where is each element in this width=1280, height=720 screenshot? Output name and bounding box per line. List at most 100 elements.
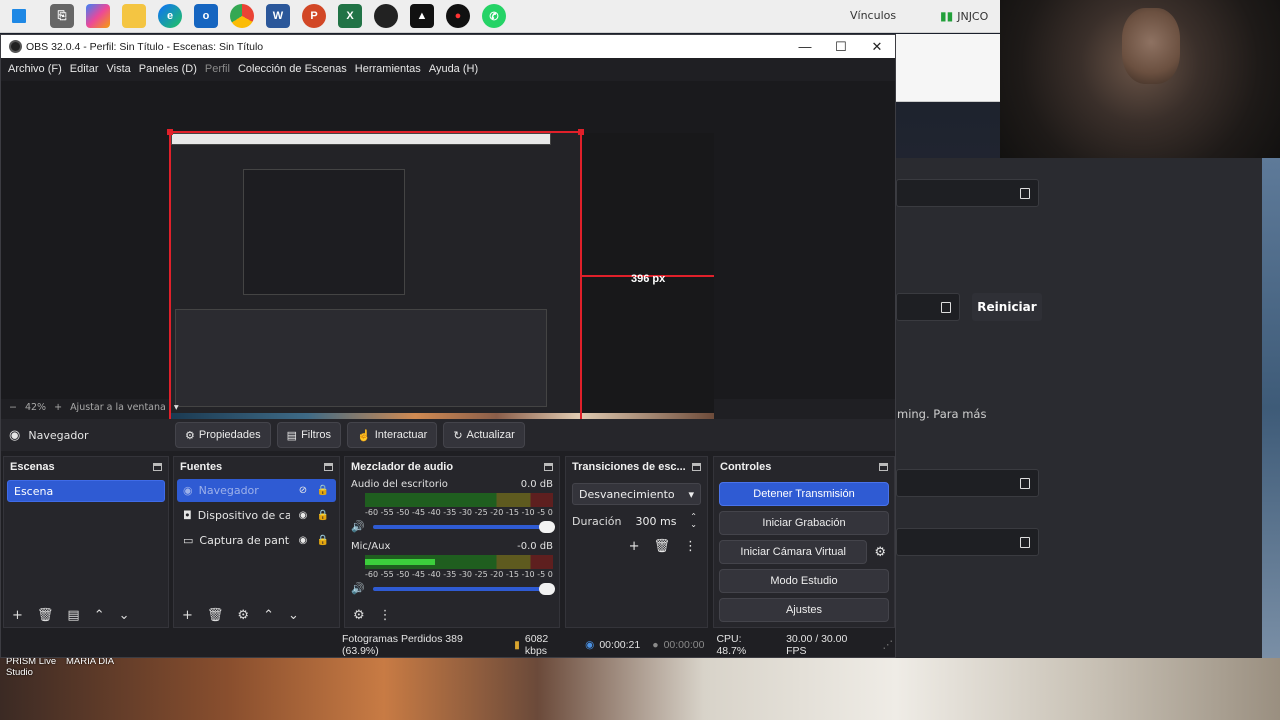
source-item-navegador[interactable]: ◉ Navegador ⊘ 🔒	[177, 479, 336, 502]
arrow-up-icon[interactable]: ⌃	[94, 608, 105, 623]
menu-ayuda[interactable]: Ayuda (H)	[425, 63, 482, 75]
links-label[interactable]: Vínculos	[850, 9, 896, 22]
eye-icon[interactable]: ◉	[296, 510, 310, 521]
undock-icon[interactable]	[544, 463, 553, 471]
excel-icon[interactable]: X	[338, 4, 362, 28]
start-recording-button[interactable]: Iniciar Grabación	[719, 511, 889, 535]
transition-select[interactable]: Desvanecimiento ▾	[572, 483, 701, 505]
transitions-dock: Transiciones de esc... Desvanecimiento ▾…	[565, 456, 708, 628]
copilot-icon[interactable]	[86, 4, 110, 28]
zoom-level: 42%	[24, 401, 47, 413]
minimize-icon[interactable]: —	[787, 35, 823, 58]
close-icon[interactable]: ✕	[859, 35, 895, 58]
prism-desktop-shortcut[interactable]: PRISM Live Studio	[6, 656, 62, 678]
interact-button[interactable]: ☝ Interactuar	[347, 422, 438, 448]
zoom-out-button[interactable]: −	[9, 402, 17, 413]
meter-ticks: -60 -55 -50 -45 -40 -35 -30 -25 -20 -15 -10 -5 0	[365, 570, 553, 579]
windows-start-icon[interactable]	[12, 9, 26, 23]
arrow-down-icon[interactable]: ⌄	[288, 608, 299, 623]
settings-button[interactable]: Ajustes	[719, 598, 889, 622]
menu-coleccion-escenas[interactable]: Colección de Escenas	[234, 63, 351, 75]
lock-icon[interactable]: 🔒	[316, 510, 330, 521]
undock-icon[interactable]	[692, 463, 701, 471]
meter-ticks: -60 -55 -50 -45 -40 -35 -30 -25 -20 -15 -10 -5 0	[365, 508, 553, 517]
capcut-icon[interactable]: ▲	[410, 4, 434, 28]
meter-level	[365, 559, 435, 565]
scene-item[interactable]: Escena	[7, 480, 165, 502]
fit-to-window-label[interactable]: Ajustar a la ventana	[70, 402, 166, 413]
filter-icon[interactable]: ▤	[67, 608, 79, 623]
tick-label: -20	[490, 508, 504, 517]
maximize-icon[interactable]: ☐	[823, 35, 859, 58]
powerpoint-icon[interactable]: P	[302, 4, 326, 28]
properties-button[interactable]: ⚙ Propiedades	[175, 422, 271, 448]
chevron-down-icon[interactable]: ▾	[174, 402, 179, 413]
arrow-up-icon[interactable]: ⌃	[263, 608, 274, 623]
mixer-footer: ⚙ ⋮	[345, 603, 559, 627]
lock-icon[interactable]: 🔒	[316, 535, 330, 546]
preview-zoom-bar: − 42% + Ajustar a la ventana ▾	[1, 399, 895, 415]
preview-area[interactable]: 396 px	[1, 81, 895, 442]
trash-icon[interactable]: 🗑	[37, 608, 54, 623]
filters-button[interactable]: ▤ Filtros	[276, 422, 342, 448]
speaker-icon[interactable]: 🔊	[351, 582, 365, 595]
resize-grip-icon[interactable]: ⋰	[883, 639, 894, 651]
volume-slider[interactable]	[372, 520, 555, 533]
menu-vista[interactable]: Vista	[103, 63, 135, 75]
arrow-down-icon[interactable]: ⌄	[119, 608, 130, 623]
prism-icon[interactable]: ●	[446, 4, 470, 28]
selection-bounding-box[interactable]	[169, 131, 582, 440]
reiniciar-button[interactable]: Reiniciar	[972, 293, 1042, 321]
menu-editar[interactable]: Editar	[66, 63, 103, 75]
edge-icon[interactable]: e	[158, 4, 182, 28]
menu-herramientas[interactable]: Herramientas	[351, 63, 425, 75]
undock-icon[interactable]	[879, 463, 888, 471]
start-virtual-camera-button[interactable]: Iniciar Cámara Virtual	[719, 540, 868, 564]
chrome-icon[interactable]	[230, 4, 254, 28]
gear-icon[interactable]: ⚙	[874, 545, 886, 560]
outlook-icon[interactable]: o	[194, 4, 218, 28]
source-item-screen-capture[interactable]: ▭ Captura de pantalla ◉ 🔒	[177, 529, 336, 552]
tick-label: -20	[490, 570, 504, 579]
slider-knob[interactable]	[539, 582, 555, 595]
gear-icon[interactable]: ⚙	[237, 608, 249, 623]
undock-icon[interactable]	[324, 463, 333, 471]
refresh-button[interactable]: ↻ Actualizar	[443, 422, 525, 448]
more-options-icon[interactable]: ⋮	[379, 608, 392, 623]
slider-knob[interactable]	[539, 520, 555, 533]
eye-hidden-icon[interactable]: ⊘	[296, 485, 310, 496]
title-bar[interactable]: OBS 32.0.4 - Perfil: Sin Título - Escena…	[1, 35, 895, 58]
eye-icon[interactable]: ◉	[296, 535, 310, 546]
copy-icon	[1020, 478, 1030, 489]
resize-handle-tl[interactable]	[167, 129, 173, 135]
stepper-arrows-icon[interactable]: ⌃ ⌄	[690, 513, 697, 529]
studio-mode-button[interactable]: Modo Estudio	[719, 569, 889, 593]
file-explorer-icon[interactable]	[122, 4, 146, 28]
menu-archivo[interactable]: Archivo (F)	[4, 63, 66, 75]
source-item-capture-device[interactable]: ◘ Dispositivo de captura ◉ 🔒	[177, 504, 336, 527]
trash-icon[interactable]: 🗑	[207, 608, 224, 623]
copy-icon	[941, 302, 951, 313]
duration-value: 300 ms	[635, 514, 677, 528]
add-icon[interactable]: +	[182, 608, 193, 623]
menu-paneles[interactable]: Paneles (D)	[135, 63, 201, 75]
advanced-audio-icon[interactable]: ⚙	[353, 608, 365, 623]
more-options-icon[interactable]: ⋮	[684, 539, 697, 554]
obs-icon[interactable]	[374, 4, 398, 28]
background-field-1	[896, 179, 1039, 207]
add-icon[interactable]: +	[629, 539, 640, 554]
speaker-icon[interactable]: 🔊	[351, 520, 365, 533]
undock-icon[interactable]	[153, 463, 162, 471]
volume-slider[interactable]	[372, 582, 555, 595]
zoom-in-button[interactable]: +	[54, 402, 62, 413]
stop-stream-button[interactable]: Detener Transmisión	[719, 482, 889, 506]
lock-icon[interactable]: 🔒	[316, 485, 330, 496]
add-icon[interactable]: +	[12, 608, 23, 623]
whatsapp-icon[interactable]: ✆	[482, 4, 506, 28]
word-icon[interactable]: W	[266, 4, 290, 28]
duration-stepper[interactable]: 300 ms ⌃ ⌄	[632, 511, 701, 531]
snip-icon[interactable]: ⎘	[50, 4, 74, 28]
trash-icon[interactable]: 🗑	[653, 539, 670, 554]
menu-perfil[interactable]: Perfil	[201, 63, 234, 75]
taskbar-user[interactable]: ▮▮ JNJCO	[940, 9, 988, 23]
